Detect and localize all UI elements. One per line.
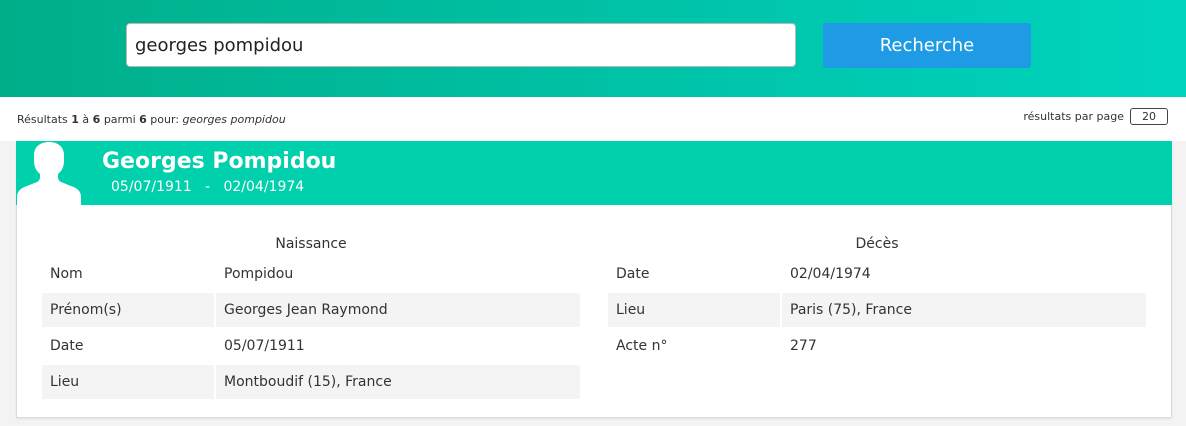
card-header: Georges Pompidou 05/07/1911 - 02/04/1974 <box>16 141 1172 205</box>
row-label: Date <box>50 338 84 354</box>
search-button[interactable]: Recherche <box>823 23 1031 68</box>
result-card[interactable]: Georges Pompidou 05/07/1911 - 02/04/1974… <box>16 141 1172 418</box>
table-row: Date 02/04/1974 <box>608 257 1146 293</box>
row-label: Date <box>616 266 650 282</box>
birth-section: Naissance Nom Pompidou Prénom(s) Georges… <box>42 228 580 401</box>
row-value: Pompidou <box>224 266 294 282</box>
death-title: Décès <box>855 236 899 252</box>
table-row: Acte n° 277 <box>608 329 1146 365</box>
person-name[interactable]: Georges Pompidou <box>102 149 336 174</box>
results-bar: Résultats 1 à 6 parmi 6 pour: georges po… <box>0 97 1186 141</box>
row-label: Nom <box>50 266 83 282</box>
table-row: Lieu Montboudif (15), France <box>42 365 580 401</box>
table-row: Date 05/07/1911 <box>42 329 580 365</box>
results-summary: Résultats 1 à 6 parmi 6 pour: georges po… <box>17 113 286 126</box>
person-silhouette-icon <box>17 142 81 205</box>
row-label: Prénom(s) <box>42 293 214 327</box>
row-label: Lieu <box>608 293 780 327</box>
table-row: Prénom(s) Georges Jean Raymond <box>42 293 580 329</box>
birth-date: 05/07/1911 <box>111 179 192 195</box>
search-header: Recherche <box>0 0 1186 97</box>
row-value: 02/04/1974 <box>790 266 871 282</box>
results-from: 1 <box>71 113 79 126</box>
results-prefix: Résultats <box>17 113 72 126</box>
per-page: résultats par page 20 <box>1023 108 1168 125</box>
table-row: Lieu Paris (75), France <box>608 293 1146 329</box>
row-value: 277 <box>790 338 817 354</box>
results-query: georges pompidou <box>182 113 286 126</box>
results-total: 6 <box>139 113 147 126</box>
table-row: Nom Pompidou <box>42 257 580 293</box>
per-page-select[interactable]: 20 <box>1130 108 1168 125</box>
row-value: Georges Jean Raymond <box>216 293 580 327</box>
date-separator: - <box>205 179 211 195</box>
per-page-label: résultats par page <box>1023 110 1124 123</box>
row-value: 05/07/1911 <box>224 338 305 354</box>
row-label: Acte n° <box>616 338 668 354</box>
death-section: Décès Date 02/04/1974 Lieu Paris (75), F… <box>608 228 1146 365</box>
death-date: 02/04/1974 <box>223 179 305 195</box>
person-dates: 05/07/1911 - 02/04/1974 <box>111 179 304 195</box>
row-value: Paris (75), France <box>782 293 1146 327</box>
row-value: Montboudif (15), France <box>216 365 580 399</box>
results-sep: à <box>78 113 93 126</box>
results-sep: parmi <box>100 113 140 126</box>
row-label: Lieu <box>42 365 214 399</box>
results-sep: pour: <box>146 113 183 126</box>
birth-title: Naissance <box>275 236 347 252</box>
search-input[interactable] <box>126 23 796 67</box>
